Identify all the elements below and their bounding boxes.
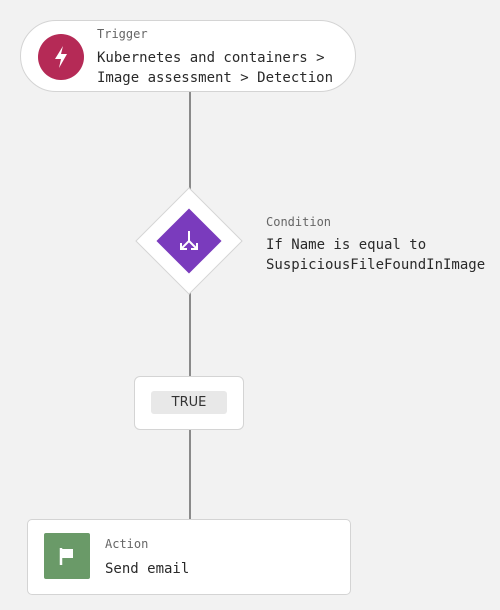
branch-split-icon xyxy=(180,231,198,250)
trigger-line-2: Image assessment > Detection xyxy=(97,70,334,86)
action-label: Action xyxy=(105,537,149,551)
connector-true-action xyxy=(189,429,191,520)
true-branch-label: TRUE xyxy=(151,391,227,414)
lightning-bolt-icon xyxy=(38,34,84,80)
action-text: Send email xyxy=(105,561,190,577)
action-node[interactable]: Action Send email xyxy=(27,519,351,595)
flag-icon xyxy=(44,533,90,579)
condition-line-1: If Name is equal to xyxy=(266,237,427,253)
trigger-node[interactable]: Trigger Kubernetes and containers > Imag… xyxy=(20,20,356,92)
trigger-line-1: Kubernetes and containers > xyxy=(97,50,325,66)
trigger-label: Trigger xyxy=(97,27,148,41)
true-branch-node[interactable]: TRUE xyxy=(134,376,244,430)
condition-label: Condition xyxy=(266,215,332,229)
condition-line-2: SuspiciousFileFoundInImage xyxy=(266,257,486,273)
